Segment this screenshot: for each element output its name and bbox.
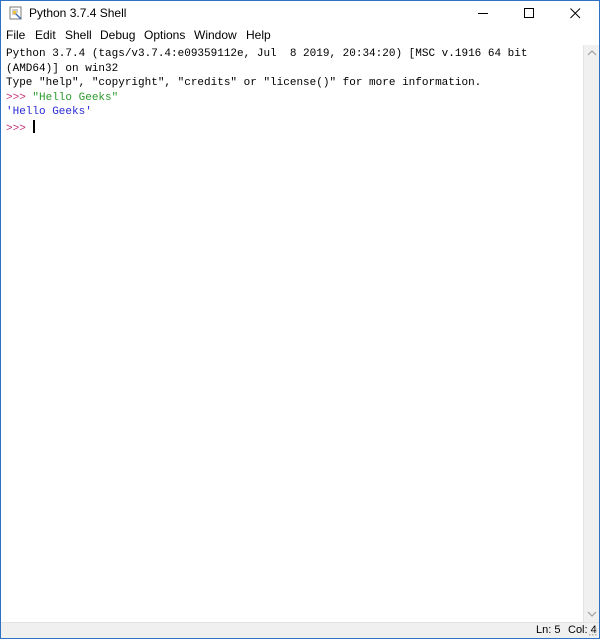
menu-shell[interactable]: Shell: [65, 26, 92, 45]
status-line-number: Ln: 5: [536, 624, 561, 636]
current-input-line[interactable]: >>>: [6, 119, 583, 135]
idle-shell-window: Python 3.7.4 Shell File Edit Shell Debug…: [0, 0, 600, 639]
title-bar[interactable]: Python 3.7.4 Shell: [1, 1, 599, 25]
input-string: "Hello Geeks": [32, 91, 119, 104]
input-line: >>> "Hello Geeks": [6, 91, 583, 106]
menu-edit[interactable]: Edit: [35, 26, 56, 45]
banner-line: Type "help", "copyright", "credits" or "…: [6, 77, 482, 89]
shell-prompt: >>>: [6, 91, 33, 104]
maximize-icon: [524, 8, 534, 18]
shell-prompt: >>>: [6, 122, 33, 135]
minimize-icon: [478, 13, 488, 14]
window-title: Python 3.7.4 Shell: [29, 6, 127, 20]
scroll-down-icon[interactable]: [587, 609, 597, 619]
shell-text-area[interactable]: Python 3.7.4 (tags/v3.7.4:e09359112e, Ju…: [2, 45, 583, 622]
vertical-scrollbar[interactable]: [583, 45, 599, 622]
python-idle-icon: [9, 6, 22, 20]
close-button[interactable]: [553, 1, 599, 25]
text-cursor: [33, 119, 36, 133]
scroll-up-icon[interactable]: [587, 48, 597, 58]
resize-grip-icon[interactable]: [587, 626, 597, 636]
menu-bar: File Edit Shell Debug Options Window Hel…: [1, 26, 599, 45]
menu-options[interactable]: Options: [144, 26, 185, 45]
banner-line: Python 3.7.4 (tags/v3.7.4:e09359112e, Ju…: [6, 48, 528, 60]
menu-debug[interactable]: Debug: [100, 26, 135, 45]
minimize-button[interactable]: [461, 1, 507, 25]
close-icon: [570, 8, 581, 19]
menu-window[interactable]: Window: [194, 26, 237, 45]
maximize-button[interactable]: [507, 1, 553, 25]
output-line: 'Hello Geeks': [6, 106, 92, 118]
status-bar: Ln: 5 Col: 4: [1, 622, 599, 638]
menu-file[interactable]: File: [6, 26, 25, 45]
menu-help[interactable]: Help: [246, 26, 271, 45]
banner-line: (AMD64)] on win32: [6, 62, 119, 75]
